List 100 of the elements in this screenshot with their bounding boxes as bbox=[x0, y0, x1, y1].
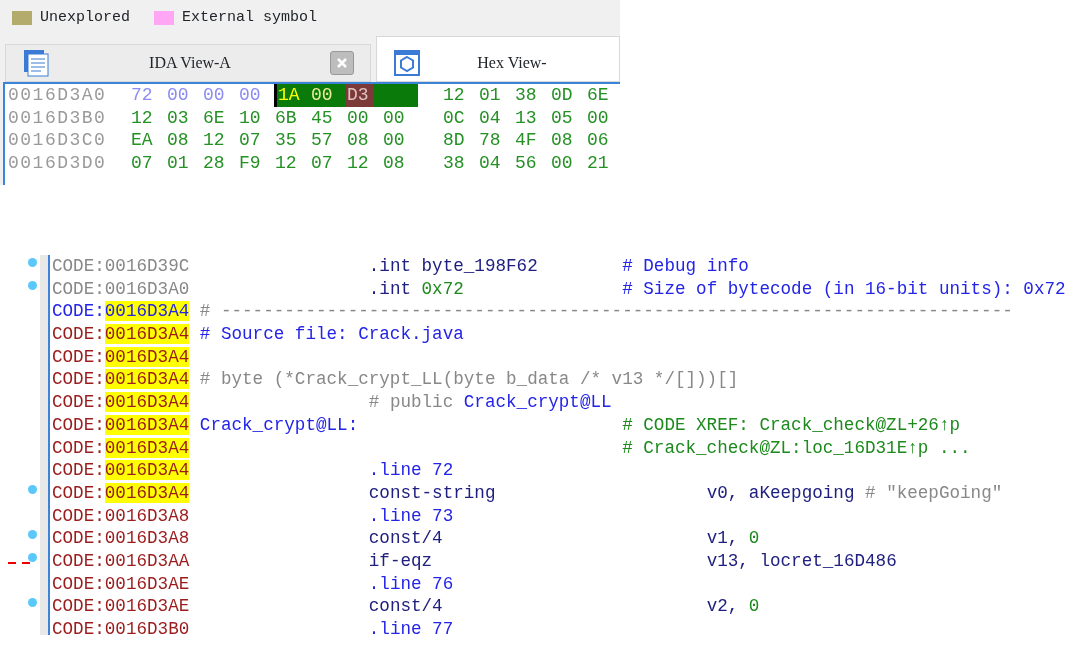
address-label[interactable]: 0016D3A4 bbox=[104, 369, 190, 390]
instruction-text: # "keepGoing" bbox=[864, 482, 1003, 503]
cursor-byte: 1A bbox=[274, 84, 310, 107]
hex-byte: D3 bbox=[346, 84, 382, 107]
segment-prefix: CODE: bbox=[52, 460, 105, 481]
instruction-text: 0 bbox=[747, 596, 760, 617]
segment-prefix: CODE: bbox=[52, 369, 105, 390]
hex-address: 0016D3B0 bbox=[8, 106, 108, 129]
hex-byte: 78 bbox=[478, 129, 502, 152]
hex-byte: 12 bbox=[130, 106, 154, 129]
address-label[interactable]: 0016D3A0 bbox=[104, 278, 190, 299]
address-label[interactable]: 0016D3A4 bbox=[104, 301, 190, 322]
hex-byte: 4F bbox=[514, 129, 538, 152]
hex-address: 0016D3C0 bbox=[8, 129, 108, 152]
hex-byte: 00 bbox=[346, 106, 370, 129]
hex-byte: 01 bbox=[166, 151, 190, 174]
hex-byte: 00 bbox=[586, 106, 610, 129]
code-comment: # CODE XREF: Crack_check@ZL+26↑p bbox=[622, 414, 960, 435]
hex-byte: 08 bbox=[346, 129, 370, 152]
hex-byte: 56 bbox=[514, 151, 538, 174]
hex-byte: 38 bbox=[442, 151, 466, 174]
instruction-text: .line 76 bbox=[368, 573, 454, 594]
address-label[interactable]: 0016D3A4 bbox=[104, 346, 190, 367]
operand-text: v1, bbox=[706, 528, 739, 549]
segment-prefix: CODE: bbox=[52, 482, 105, 503]
address-label[interactable]: 0016D3AE bbox=[104, 573, 190, 594]
hex-address: 0016D3D0 bbox=[8, 151, 108, 174]
address-label[interactable]: 0016D3A4 bbox=[104, 437, 190, 458]
instruction-text: .int bbox=[368, 278, 411, 299]
hex-byte: 13 bbox=[514, 106, 538, 129]
hex-byte: 08 bbox=[382, 151, 406, 174]
segment-prefix: CODE: bbox=[52, 550, 105, 571]
hex-byte: 06 bbox=[586, 129, 610, 152]
hex-byte: 01 bbox=[478, 84, 502, 107]
hex-byte: 12 bbox=[202, 129, 226, 152]
legend-label: Unexplored bbox=[40, 7, 130, 28]
hex-byte: 07 bbox=[238, 129, 262, 152]
address-label[interactable]: 0016D3A4 bbox=[104, 392, 190, 413]
address-label[interactable]: 0016D3A4 bbox=[104, 460, 190, 481]
hex-byte: 00 bbox=[382, 129, 406, 152]
hex-byte: 00 bbox=[166, 84, 190, 107]
view-tab[interactable]: IDA View-A bbox=[5, 44, 371, 82]
operand-text: v0, aKeepgoing bbox=[706, 482, 855, 503]
view-tab[interactable]: Hex View- bbox=[376, 36, 620, 82]
hex-byte: 6B bbox=[274, 106, 298, 129]
hex-byte: 12 bbox=[442, 84, 466, 107]
instruction-text: .line 72 bbox=[368, 460, 454, 481]
hex-byte: 21 bbox=[586, 151, 610, 174]
segment-prefix: CODE: bbox=[52, 528, 105, 549]
close-icon[interactable] bbox=[330, 51, 354, 75]
address-label[interactable]: 0016D3A4 bbox=[104, 482, 190, 503]
hex-byte: F9 bbox=[238, 151, 262, 174]
code-text: # byte (*Crack_crypt_LL(byte b_data /* v13 */[]))[] bbox=[199, 369, 739, 390]
instruction-text: 0 bbox=[747, 528, 760, 549]
address-label[interactable]: 0016D39C bbox=[104, 256, 190, 276]
hex-byte: 8D bbox=[442, 129, 466, 152]
segment-prefix: CODE: bbox=[52, 573, 105, 594]
hex-byte: 57 bbox=[310, 129, 334, 152]
segment-prefix: CODE: bbox=[52, 596, 105, 617]
address-label[interactable]: 0016D3AA bbox=[104, 550, 190, 571]
instruction-text: .line 77 bbox=[368, 619, 454, 635]
hex-byte: 38 bbox=[514, 84, 538, 107]
instruction-text: # public bbox=[368, 392, 454, 413]
instruction-text: const/4 bbox=[368, 596, 443, 617]
instruction-text: const/4 bbox=[368, 528, 443, 549]
hex-byte: 00 bbox=[550, 151, 574, 174]
hex-byte: 0C bbox=[442, 106, 466, 129]
code-comment: # Size of bytecode (in 16-bit units): 0x72 bbox=[622, 278, 1066, 299]
segment-prefix: CODE: bbox=[52, 346, 105, 367]
hex-byte: 10 bbox=[238, 106, 262, 129]
operand-text: v13, locret_16D486 bbox=[706, 550, 897, 571]
hex-byte: 03 bbox=[166, 106, 190, 129]
address-label[interactable]: 0016D3A4 bbox=[104, 414, 190, 435]
segment-prefix: CODE: bbox=[52, 278, 105, 299]
address-label[interactable]: 0016D3A8 bbox=[104, 528, 190, 549]
address-label[interactable]: 0016D3B0 bbox=[104, 619, 190, 635]
hex-byte: 0D bbox=[550, 84, 574, 107]
hex-byte: 04 bbox=[478, 106, 502, 129]
hex-byte: 6E bbox=[586, 84, 610, 107]
code-text: # --------------------------------------------------------------------------- bbox=[199, 301, 1013, 322]
instruction-text: .line 73 bbox=[368, 505, 454, 526]
instruction-text: const-string bbox=[368, 482, 496, 503]
address-label[interactable]: 0016D3A4 bbox=[104, 324, 190, 345]
segment-prefix: CODE: bbox=[52, 392, 105, 413]
hex-byte: 04 bbox=[478, 151, 502, 174]
instruction-text: Crack_crypt@LL bbox=[462, 392, 612, 413]
hex-byte: 08 bbox=[550, 129, 574, 152]
instruction-text: 0x72 bbox=[420, 278, 464, 299]
code-comment: # Debug info bbox=[622, 256, 749, 276]
segment-prefix: CODE: bbox=[52, 505, 105, 526]
hex-byte: 72 bbox=[130, 84, 154, 107]
hex-byte: 12 bbox=[346, 151, 370, 174]
segment-prefix: CODE: bbox=[52, 619, 105, 635]
segment-prefix: CODE: bbox=[52, 301, 105, 322]
address-label[interactable]: 0016D3AE bbox=[104, 596, 190, 617]
hex-byte: 6E bbox=[202, 106, 226, 129]
instruction-text: .int byte_198F62 bbox=[368, 256, 538, 276]
operand-text: v2, bbox=[706, 596, 739, 617]
address-label[interactable]: 0016D3A8 bbox=[104, 505, 190, 526]
hex-byte: 00 bbox=[202, 84, 226, 107]
